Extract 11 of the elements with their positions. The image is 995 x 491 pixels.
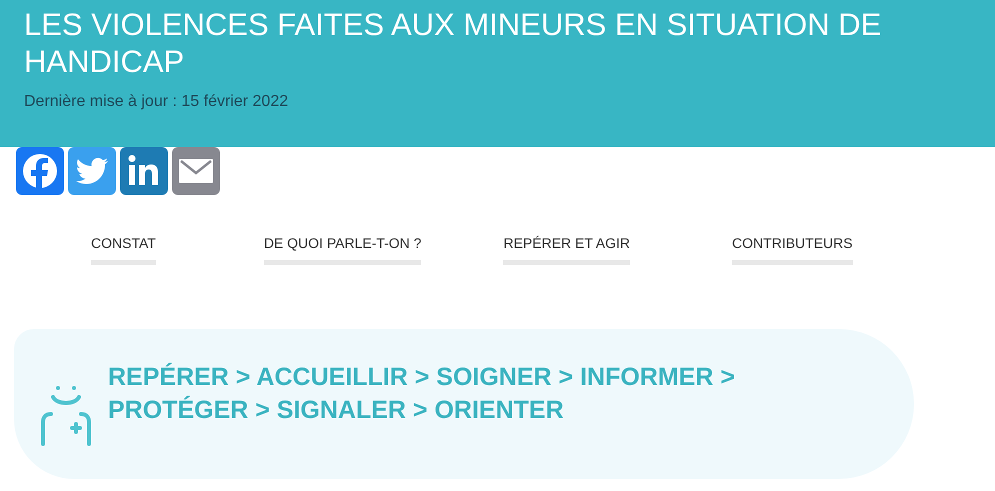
nav-tab[interactable]: REPÉRER ET AGIR xyxy=(503,233,630,265)
nav-tab[interactable]: DE QUOI PARLE-T-ON ? xyxy=(264,233,422,265)
page-title: LES VIOLENCES FAITES AUX MINEURS EN SITUATION DE HANDICAP xyxy=(24,6,882,80)
linkedin-icon[interactable] xyxy=(120,147,168,195)
envelope-icon[interactable] xyxy=(172,147,220,195)
nav-tab[interactable]: CONTRIBUTEURS xyxy=(732,233,853,265)
bird-icon[interactable] xyxy=(68,147,116,195)
nav-tab[interactable]: CONSTAT xyxy=(91,233,156,265)
facebook-icon[interactable] xyxy=(16,147,64,195)
care-steps-text: REPÉRER > ACCUEILLIR > SOIGNER > INFORMER > PROTÉGER > SIGNALER > ORIENTER xyxy=(108,362,736,426)
last-updated: Dernière mise à jour : 15 février 2022 xyxy=(24,92,290,112)
